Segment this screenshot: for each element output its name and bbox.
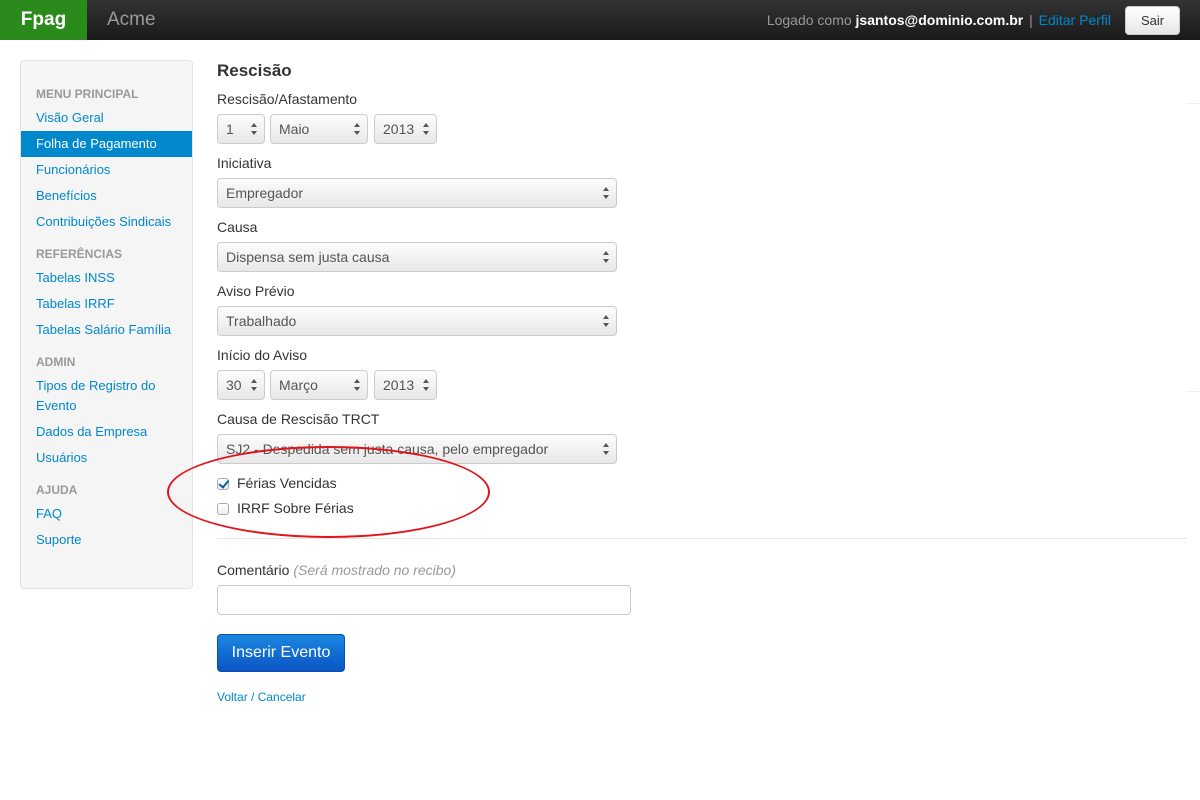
inicio-day-select[interactable]: 30 bbox=[217, 370, 265, 400]
sidebar-item-tabelas-inss[interactable]: Tabelas INSS bbox=[21, 265, 192, 291]
select-arrows-icon bbox=[354, 379, 361, 391]
sidebar-item-usuarios[interactable]: Usuários bbox=[21, 445, 192, 471]
select-arrows-icon bbox=[423, 379, 430, 391]
edge-divider bbox=[1187, 103, 1200, 104]
insert-event-button[interactable]: Inserir Evento bbox=[217, 634, 345, 672]
causa-select[interactable]: Dispensa sem justa causa bbox=[217, 242, 617, 272]
rescisao-day-value: 1 bbox=[226, 121, 234, 137]
select-arrows-icon bbox=[423, 123, 430, 135]
iniciativa-label: Iniciativa bbox=[217, 155, 272, 171]
brand-logo[interactable]: Fpag bbox=[0, 0, 87, 40]
select-arrows-icon bbox=[354, 123, 361, 135]
sidebar-item-funcionarios[interactable]: Funcionários bbox=[21, 157, 192, 183]
sidebar-item-tabelas-salario-familia[interactable]: Tabelas Salário Família bbox=[21, 317, 192, 343]
logout-button[interactable]: Sair bbox=[1125, 6, 1180, 35]
back-cancel-link[interactable]: Voltar / Cancelar bbox=[217, 690, 306, 704]
inicio-month-value: Março bbox=[279, 377, 318, 393]
comment-label-text: Comentário bbox=[217, 562, 290, 578]
inicio-year-value: 2013 bbox=[383, 377, 415, 393]
user-info: Logado como jsantos@dominio.com.br | Edi… bbox=[767, 0, 1111, 40]
sidebar-item-visao-geral[interactable]: Visão Geral bbox=[21, 105, 192, 131]
form-divider bbox=[217, 538, 1187, 539]
edit-profile-link[interactable]: Editar Perfil bbox=[1039, 12, 1111, 28]
separator: | bbox=[1029, 12, 1033, 28]
inicio-month-select[interactable]: Março bbox=[270, 370, 368, 400]
select-arrows-icon bbox=[603, 187, 610, 199]
page-title: Rescisão bbox=[217, 61, 292, 80]
comment-input[interactable] bbox=[217, 585, 631, 615]
aviso-previo-value: Trabalhado bbox=[226, 313, 297, 329]
inicio-day-value: 30 bbox=[226, 377, 242, 393]
select-arrows-icon bbox=[603, 443, 610, 455]
highlight-annotation-circle bbox=[167, 446, 490, 538]
select-arrows-icon bbox=[251, 379, 258, 391]
iniciativa-value: Empregador bbox=[226, 185, 304, 201]
edge-divider bbox=[1187, 391, 1200, 392]
sidebar-item-beneficios[interactable]: Benefícios bbox=[21, 183, 192, 209]
select-arrows-icon bbox=[251, 123, 258, 135]
sidebar-item-tipos-de-registro[interactable]: Tipos de Registro do Evento bbox=[21, 373, 192, 419]
sidebar-header-admin: ADMIN bbox=[36, 355, 76, 369]
comment-label: Comentário (Será mostrado no recibo) bbox=[217, 562, 456, 578]
rescisao-label: Rescisão/Afastamento bbox=[217, 91, 358, 107]
sidebar-item-tabelas-irrf[interactable]: Tabelas IRRF bbox=[21, 291, 192, 317]
user-email: jsantos@dominio.com.br bbox=[855, 12, 1024, 28]
select-arrows-icon bbox=[603, 251, 610, 263]
aviso-previo-select[interactable]: Trabalhado bbox=[217, 306, 617, 336]
aviso-previo-label: Aviso Prévio bbox=[217, 283, 295, 299]
sidebar-header-main: MENU PRINCIPAL bbox=[36, 87, 139, 101]
sidebar-item-faq[interactable]: FAQ bbox=[21, 501, 192, 527]
sidebar-header-referencias: REFERÊNCIAS bbox=[36, 247, 123, 261]
inicio-year-select[interactable]: 2013 bbox=[374, 370, 437, 400]
iniciativa-select[interactable]: Empregador bbox=[217, 178, 617, 208]
logged-in-prefix: Logado como bbox=[766, 12, 852, 28]
select-arrows-icon bbox=[603, 315, 610, 327]
company-name: Acme bbox=[107, 9, 156, 30]
sidebar-item-folha-de-pagamento[interactable]: Folha de Pagamento bbox=[21, 131, 192, 157]
sidebar: MENU PRINCIPAL Visão Geral Folha de Paga… bbox=[20, 60, 193, 589]
causa-label: Causa bbox=[217, 219, 258, 235]
trct-label: Causa de Rescisão TRCT bbox=[217, 411, 380, 427]
rescisao-month-value: Maio bbox=[279, 121, 310, 137]
causa-value: Dispensa sem justa causa bbox=[226, 249, 390, 265]
rescisao-year-value: 2013 bbox=[383, 121, 415, 137]
comment-hint: (Será mostrado no recibo) bbox=[293, 562, 457, 578]
rescisao-day-select[interactable]: 1 bbox=[217, 114, 265, 144]
inicio-aviso-label: Início do Aviso bbox=[217, 347, 308, 363]
sidebar-item-contribuicoes-sindicais[interactable]: Contribuições Sindicais bbox=[21, 209, 192, 235]
rescisao-month-select[interactable]: Maio bbox=[270, 114, 368, 144]
top-navbar: Fpag Acme Logado como jsantos@dominio.co… bbox=[0, 0, 1200, 40]
rescisao-year-select[interactable]: 2013 bbox=[374, 114, 437, 144]
sidebar-item-suporte[interactable]: Suporte bbox=[21, 527, 192, 553]
sidebar-item-dados-da-empresa[interactable]: Dados da Empresa bbox=[21, 419, 192, 445]
